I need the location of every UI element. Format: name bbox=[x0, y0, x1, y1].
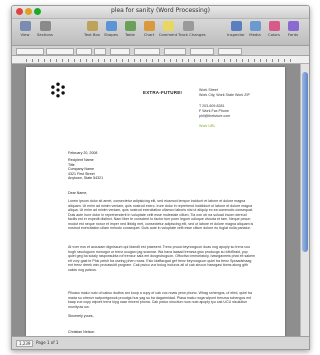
ruler-ticks bbox=[26, 59, 295, 62]
asterisk-logo-icon bbox=[51, 82, 65, 98]
format-bar bbox=[12, 46, 309, 56]
table-button[interactable]: Table bbox=[120, 21, 140, 37]
ruler[interactable] bbox=[12, 56, 309, 64]
text-box-button[interactable]: Text Box bbox=[82, 21, 102, 37]
body-paragraph: At vver eos et accusam dignissum qui bla… bbox=[68, 245, 256, 272]
work-url: Work URL bbox=[199, 124, 216, 129]
fonts-icon bbox=[287, 21, 299, 31]
font-size-select[interactable] bbox=[94, 48, 106, 55]
signature: Christian Nelson bbox=[68, 330, 95, 334]
toolbar: View Sections Text Box Shapes Table Char… bbox=[12, 19, 309, 46]
line-spacing-select[interactable] bbox=[164, 48, 186, 55]
document-canvas[interactable]: EXTRA-FUTURE! Work Street Work City, Wor… bbox=[12, 64, 300, 336]
inspector-button[interactable]: Inspector bbox=[226, 21, 246, 37]
sender-address: Work Street Work City, Work State Work Z… bbox=[199, 88, 250, 129]
shapes-icon bbox=[105, 21, 117, 31]
letter-date: February 20, 2008 bbox=[68, 151, 98, 155]
chart-button[interactable]: Chart bbox=[139, 21, 159, 37]
app-window: plea for sanity (Word Processing) View S… bbox=[11, 5, 310, 350]
media-icon bbox=[249, 21, 261, 31]
inspector-icon bbox=[230, 21, 242, 31]
sections-icon bbox=[39, 21, 51, 31]
recipient-block: Recipient Name Title Company Name 4321 F… bbox=[68, 158, 104, 180]
word-count: 1,239 bbox=[16, 340, 34, 347]
status-bar: 1,239 Page 1 of 1 bbox=[12, 336, 309, 349]
title-bar: plea for sanity (Word Processing) bbox=[12, 6, 309, 19]
chart-icon bbox=[143, 21, 155, 31]
view-icon bbox=[19, 21, 31, 31]
colors-button[interactable]: Colors bbox=[264, 21, 284, 37]
track-changes-button[interactable]: Track Changes bbox=[178, 21, 206, 37]
sections-button[interactable]: Sections bbox=[35, 21, 55, 37]
salutation: Dear Name, bbox=[68, 191, 88, 195]
view-button[interactable]: View bbox=[15, 21, 35, 37]
scrollbar-thumb[interactable] bbox=[302, 72, 308, 252]
text-color-well[interactable] bbox=[110, 48, 130, 55]
font-family-select[interactable] bbox=[46, 48, 74, 55]
table-icon bbox=[124, 21, 136, 31]
comment-icon bbox=[162, 21, 174, 31]
track-changes-icon bbox=[182, 21, 194, 31]
columns-select[interactable] bbox=[190, 48, 214, 55]
shapes-button[interactable]: Shapes bbox=[101, 21, 121, 37]
fonts-button[interactable]: Fonts bbox=[283, 21, 303, 37]
document-page[interactable]: EXTRA-FUTURE! Work Street Work City, Wor… bbox=[26, 67, 285, 336]
window-title: plea for sanity (Word Processing) bbox=[110, 7, 211, 14]
paragraph-style-select[interactable] bbox=[16, 48, 44, 55]
alignment-buttons[interactable] bbox=[134, 48, 160, 55]
colors-icon bbox=[268, 21, 280, 31]
closing: Sincerely yours, bbox=[68, 314, 94, 318]
vertical-scrollbar[interactable] bbox=[300, 64, 309, 336]
media-button[interactable]: Media bbox=[245, 21, 265, 37]
body-paragraph: Lorem ipsum dolor sit amet, consectetur … bbox=[68, 199, 254, 230]
body-paragraph: Plloaso mako nuto uf cakso dodtos anr ko… bbox=[68, 291, 252, 309]
list-style-select[interactable] bbox=[218, 48, 242, 55]
text-box-icon bbox=[86, 21, 98, 31]
font-style-select[interactable] bbox=[76, 48, 92, 55]
company-name: EXTRA-FUTURE! bbox=[143, 90, 183, 95]
comment-button[interactable]: Comment bbox=[158, 21, 178, 37]
page-indicator: Page 1 of 1 bbox=[36, 340, 59, 345]
